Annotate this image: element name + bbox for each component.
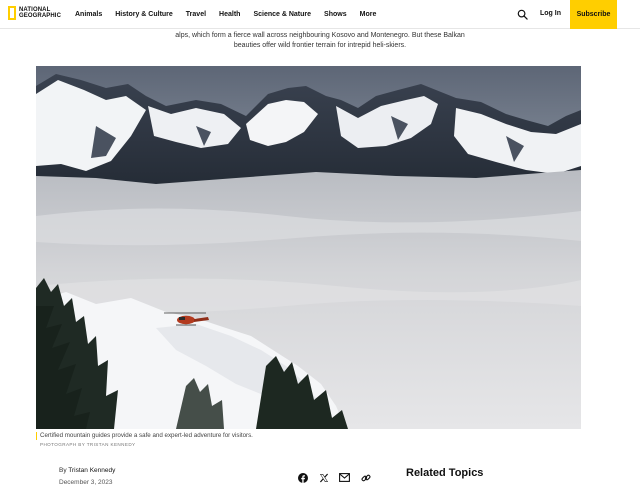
nav-history-culture[interactable]: History & Culture <box>115 11 173 18</box>
nat-geo-logo[interactable]: NATIONAL GEOGRAPHIC <box>8 6 61 20</box>
logo-line-2: GEOGRAPHIC <box>19 13 62 19</box>
nav-animals[interactable]: Animals <box>75 11 102 18</box>
photo-credit: PHOTOGRAPH BY TRISTAN KENNEDY <box>40 442 136 447</box>
related-topics-heading: Related Topics <box>406 467 484 479</box>
nav-more[interactable]: More <box>360 11 377 18</box>
site-header: NATIONAL GEOGRAPHIC Animals History & Cu… <box>0 0 640 29</box>
email-icon <box>339 473 350 482</box>
share-x-button[interactable] <box>318 472 329 483</box>
share-email-button[interactable] <box>339 472 350 483</box>
facebook-icon <box>297 472 308 483</box>
author-link[interactable]: Tristan Kennedy <box>68 467 115 474</box>
search-icon[interactable] <box>517 9 528 20</box>
logo-frame-icon <box>8 6 16 20</box>
share-bar <box>297 472 381 483</box>
nav-shows[interactable]: Shows <box>324 11 347 18</box>
intro-line-1: alps, which form a fierce wall across ne… <box>175 32 465 39</box>
subscribe-button[interactable]: Subscribe <box>570 0 617 29</box>
byline-prefix: By <box>59 467 69 474</box>
caption-accent-bar <box>36 432 37 440</box>
share-facebook-button[interactable] <box>297 472 308 483</box>
copy-link-button[interactable] <box>360 472 371 483</box>
hero-photo <box>36 66 581 429</box>
photo-caption: Certified mountain guides provide a safe… <box>40 432 253 439</box>
publish-date: December 3, 2023 <box>59 479 113 486</box>
byline: By Tristan Kennedy <box>59 467 115 474</box>
intro-line-2: beauties offer wild frontier terrain for… <box>233 42 407 49</box>
nav-travel[interactable]: Travel <box>186 11 206 18</box>
main-nav: Animals History & Culture Travel Health … <box>75 0 389 29</box>
nav-science-nature[interactable]: Science & Nature <box>253 11 311 18</box>
x-icon <box>319 473 328 482</box>
nav-health[interactable]: Health <box>219 11 240 18</box>
mountain-landscape-image <box>36 66 581 429</box>
intro-paragraph: alps, which form a fierce wall across ne… <box>110 31 530 51</box>
login-link[interactable]: Log In <box>540 10 561 17</box>
link-icon <box>361 474 370 481</box>
